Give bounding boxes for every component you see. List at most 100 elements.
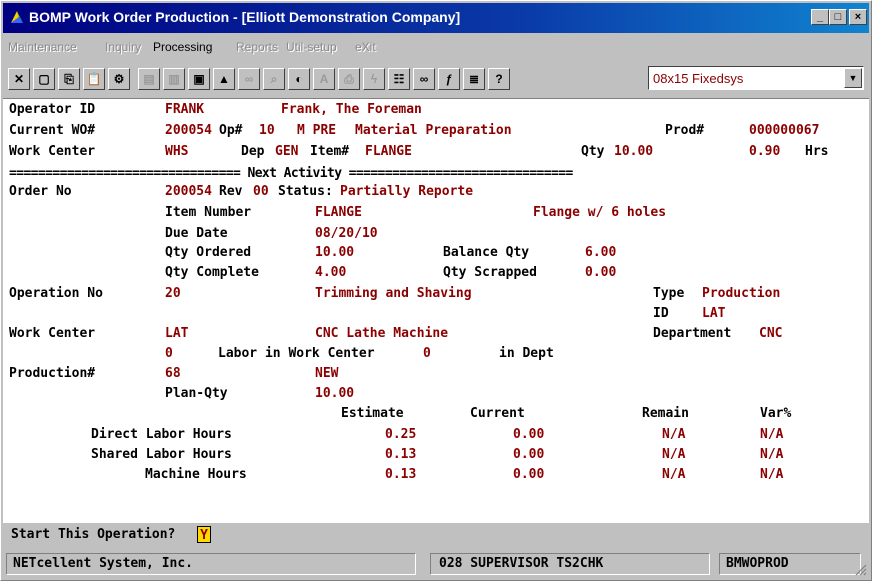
hours: 0.90	[749, 144, 781, 159]
settings-icon[interactable]: ⚙	[108, 68, 130, 90]
operator-id-label: Operator ID	[9, 102, 96, 117]
menu-bar: Maintenance Inquiry Processing Reports U…	[3, 35, 869, 59]
remain-header: Remain	[642, 406, 689, 421]
font-select[interactable]: 08x15 Fixedsys ▼	[648, 66, 864, 90]
prompt-question: Start This Operation?	[11, 527, 176, 542]
text-icon[interactable]: A	[313, 68, 335, 90]
close-icon[interactable]: ✕	[8, 68, 30, 90]
operation-no-label: Operation No	[9, 286, 103, 301]
warning-icon[interactable]: ▲	[213, 68, 235, 90]
table-row-label: Machine Hours	[145, 467, 247, 482]
item-label: Item#	[310, 144, 350, 159]
maximize-button[interactable]: □	[829, 9, 847, 25]
due-date-label: Due Date	[165, 226, 228, 241]
menu-exit[interactable]: eXit	[355, 40, 376, 54]
estimate-header: Estimate	[341, 406, 404, 421]
table-cell-current: 0.00	[513, 447, 545, 462]
table-row-label: Shared Labor Hours	[91, 447, 232, 462]
prompt-bar: Start This Operation? Y	[3, 523, 869, 548]
table-cell-var: N/A	[760, 427, 784, 442]
table-cell-estimate: 0.13	[385, 467, 417, 482]
close-button[interactable]: ×	[849, 9, 867, 25]
clipboard-icon[interactable]: ☷	[388, 68, 410, 90]
notes-icon[interactable]: ≣	[463, 68, 485, 90]
in-dept-label: in Dept	[499, 346, 554, 361]
due-date: 08/20/10	[315, 226, 378, 241]
table-cell-remain: N/A	[662, 447, 686, 462]
operator-id: FRANK	[165, 102, 205, 117]
table-cell-estimate: 0.13	[385, 447, 417, 462]
table-cell-remain: N/A	[662, 427, 686, 442]
help-icon[interactable]: ?	[488, 68, 510, 90]
menu-reports[interactable]: Reports	[236, 40, 278, 54]
rev-label: Rev	[219, 184, 243, 199]
op-number: 10	[259, 123, 275, 138]
work-center-2-label: Work Center	[9, 326, 96, 341]
item-number-label: Item Number	[165, 205, 252, 220]
operation-description: Trimming and Shaving	[315, 286, 472, 301]
resize-grip-icon[interactable]	[855, 564, 867, 576]
function-icon[interactable]: ƒ	[438, 68, 460, 90]
status-label: Status:	[278, 184, 333, 199]
rev: 00	[253, 184, 269, 199]
next-activity-separator: ================================ Next Ac…	[9, 166, 573, 181]
binoculars-icon[interactable]: ∞	[238, 68, 260, 90]
menu-util-setup[interactable]: Util-setup	[286, 40, 337, 54]
current-wo: 200054	[165, 123, 212, 138]
status-session: 028 SUPERVISOR TS2CHK	[439, 556, 604, 571]
prod-label: Prod#	[665, 123, 705, 138]
prompt-answer-input[interactable]: Y	[197, 526, 211, 543]
screen-icon[interactable]: ▣	[188, 68, 210, 90]
qty: 10.00	[614, 144, 654, 159]
elliott-app-icon	[11, 11, 23, 23]
department: CNC	[759, 326, 783, 341]
qty-complete: 4.00	[315, 265, 347, 280]
qty-ordered-label: Qty Ordered	[165, 245, 252, 260]
table-cell-remain: N/A	[662, 467, 686, 482]
operation-id: LAT	[702, 306, 726, 321]
work-center-2: LAT	[165, 326, 189, 341]
print-icon[interactable]: ⎙	[338, 68, 360, 90]
item: FLANGE	[365, 144, 412, 159]
balance-qty-label: Balance Qty	[443, 245, 530, 260]
dep-label: Dep	[241, 144, 265, 159]
production-no: 68	[165, 366, 181, 381]
status-program: BMWOPROD	[726, 556, 789, 571]
id-label: ID	[653, 306, 669, 321]
select-icon[interactable]: ▢	[33, 68, 55, 90]
order-no-label: Order No	[9, 184, 72, 199]
status: Partially Reporte	[340, 184, 474, 199]
document-icon[interactable]: ▤	[138, 68, 160, 90]
order-no: 200054	[165, 184, 212, 199]
current-header: Current	[470, 406, 525, 421]
menu-processing[interactable]: Processing	[153, 40, 212, 54]
palette-icon[interactable]: ◐	[288, 68, 310, 90]
minimize-button[interactable]: _	[811, 9, 829, 25]
link-icon[interactable]: ∞	[413, 68, 435, 90]
status-session-pane: 028 SUPERVISOR TS2CHK	[430, 553, 710, 575]
op-label: Op#	[219, 123, 243, 138]
lightning-icon[interactable]: ϟ	[363, 68, 385, 90]
labor-in-wc-label: Labor in Work Center	[218, 346, 375, 361]
plan-qty-label: Plan-Qty	[165, 386, 228, 401]
paste-icon[interactable]: 📋	[83, 68, 105, 90]
status-company-pane: NETcellent System, Inc.	[6, 553, 416, 575]
qty-scrapped: 0.00	[585, 265, 617, 280]
toolbar: ✕ ▢ ⎘ 📋 ⚙ ▤ ▥ ▣ ▲ ∞ ⌕ ◐ A ⎙ ϟ ☷ ∞ ƒ ≣? 08x15 Fixedsys ▼	[3, 61, 869, 97]
menu-maintenance[interactable]: Maintenance	[8, 40, 77, 54]
copy-icon[interactable]: ⎘	[58, 68, 80, 90]
window-title: BOMP Work Order Production - [Elliott De…	[29, 9, 461, 25]
work-center-2-description: CNC Lathe Machine	[315, 326, 449, 341]
var-header: Var%	[760, 406, 792, 421]
title-bar[interactable]: BOMP Work Order Production - [Elliott De…	[3, 3, 869, 33]
magnifier-icon[interactable]: ⌕	[263, 68, 285, 90]
list-icon[interactable]: ▥	[163, 68, 185, 90]
labor-in-wc: 0	[423, 346, 431, 361]
app-window: BOMP Work Order Production - [Elliott De…	[0, 0, 872, 581]
menu-inquiry[interactable]: Inquiry	[105, 40, 141, 54]
chevron-down-icon[interactable]: ▼	[844, 68, 862, 88]
qty-label: Qty	[581, 144, 605, 159]
plan-qty: 10.00	[315, 386, 355, 401]
operation-type: Production	[702, 286, 781, 301]
op-code: M PRE	[297, 123, 337, 138]
